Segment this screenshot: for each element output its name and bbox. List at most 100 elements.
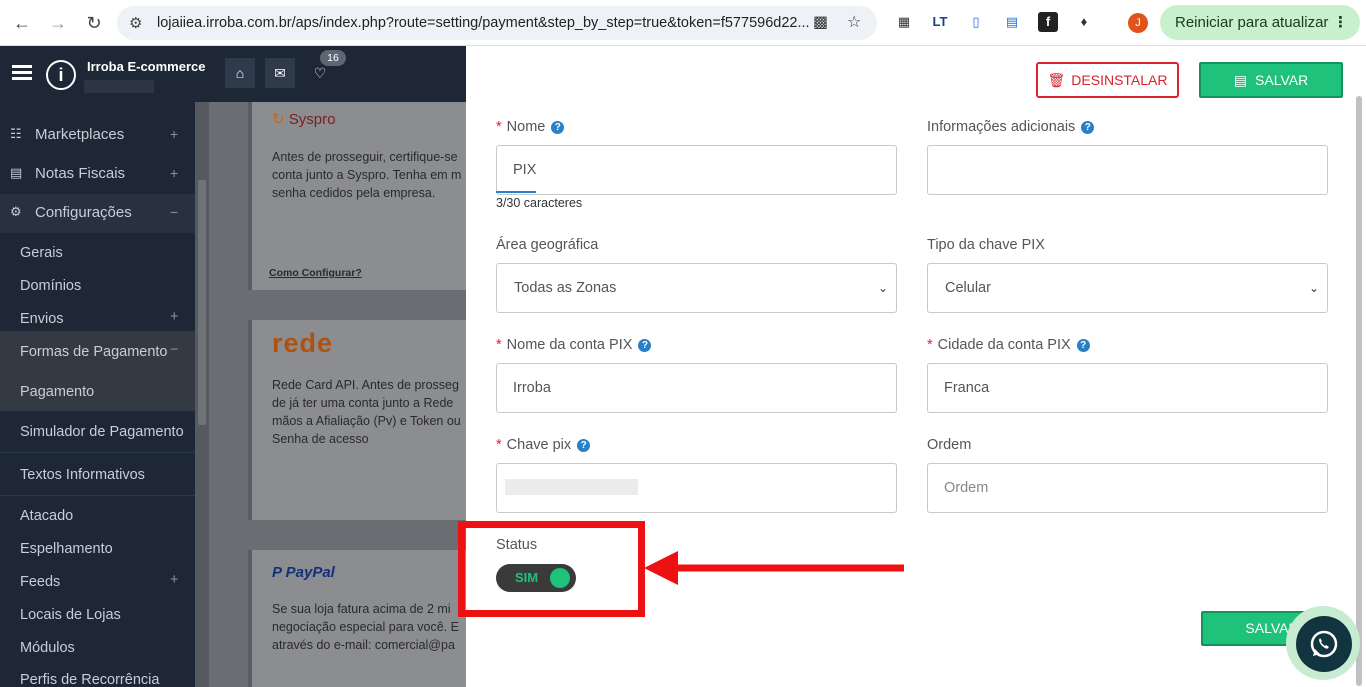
- modal-scrollbar[interactable]: [1356, 96, 1362, 686]
- irroba-logo: i: [46, 60, 76, 90]
- sitemap-icon: ☷: [10, 126, 22, 141]
- whatsapp-button[interactable]: [1296, 616, 1352, 672]
- card-text-line: conta junto a Syspro. Tenha em m: [272, 168, 462, 182]
- card-text-line: Rede Card API. Antes de prosseg: [272, 378, 459, 392]
- bookmark-star-icon[interactable]: ☆: [847, 12, 861, 32]
- sidebar-sub-formas-de-pagamento[interactable]: Formas de Pagamento: [20, 344, 168, 360]
- card-text-line: Senha de acesso: [272, 432, 369, 446]
- info-textarea[interactable]: [927, 145, 1328, 195]
- char-counter: 3/30 caracteres: [496, 196, 583, 210]
- card-text-line: mãos a Afialiação (Pv) e Token ou: [272, 414, 461, 428]
- install-app-icon[interactable]: ▩: [813, 12, 828, 32]
- mail-icon[interactable]: ✉: [265, 58, 295, 88]
- menu-icon[interactable]: [12, 65, 32, 81]
- sidebar-item-label: Configurações: [35, 204, 132, 221]
- input-focus-underline: [496, 191, 536, 193]
- tipo-chave-selected-value: Celular: [945, 280, 991, 296]
- brand-name: Irroba E-commerce: [87, 59, 206, 74]
- id-card-icon[interactable]: ▤: [1002, 12, 1022, 32]
- nome-input[interactable]: PIX: [496, 145, 897, 195]
- tipo-chave-select[interactable]: Celular ⌄: [927, 263, 1328, 313]
- area-select[interactable]: Todas as Zonas ⌄: [496, 263, 897, 313]
- site-settings-icon[interactable]: ⚙: [129, 14, 142, 32]
- sidebar-item-label: Notas Fiscais: [35, 165, 126, 182]
- sidebar-sub-feeds[interactable]: Feeds: [20, 574, 60, 590]
- paypal-logo: P PayPal: [272, 564, 335, 581]
- help-icon[interactable]: ?: [1076, 339, 1090, 352]
- ordem-label: Ordem: [927, 437, 972, 453]
- fx-icon[interactable]: f: [1038, 12, 1058, 32]
- sidebar-sub-espelhamento[interactable]: Espelhamento: [20, 541, 113, 557]
- app-topbar: i Irroba E-commerce ⌂ ✉ ♡ 16: [0, 46, 466, 102]
- help-icon[interactable]: ?: [577, 439, 591, 452]
- sidebar-sub-gerais[interactable]: Gerais: [20, 245, 63, 261]
- scrollbar-thumb[interactable]: [198, 180, 206, 425]
- page-scrollbar[interactable]: [195, 102, 209, 687]
- sidebar-sub-dominios[interactable]: Domínios: [20, 278, 81, 294]
- save-button[interactable]: ▤ SALVAR: [1199, 62, 1343, 98]
- divider: [0, 452, 195, 453]
- profile-avatar[interactable]: J: [1128, 13, 1148, 33]
- nome-label: * Nome?: [496, 119, 565, 135]
- sidebar-sub-modulos[interactable]: Módulos: [20, 640, 75, 656]
- payment-card-syspro: ↻ Syspro Antes de prosseguir, certifique…: [248, 102, 466, 290]
- reload-icon[interactable]: ↻: [82, 11, 106, 35]
- sidebar-sub-locais-de-lojas[interactable]: Locais de Lojas: [20, 607, 121, 623]
- expand-icon: +: [170, 126, 179, 142]
- list-icon: ▤: [10, 165, 23, 180]
- sidebar-sub-pagamento[interactable]: Pagamento: [20, 384, 94, 400]
- save-label: SALVAR: [1255, 72, 1309, 88]
- sidebar: ☷ Marketplaces + ▤ Notas Fiscais + ⚙ Con…: [0, 102, 195, 687]
- sidebar-sub-perfis-de-recorrencia[interactable]: Perfis de Recorrência: [20, 672, 159, 687]
- help-icon[interactable]: ?: [1081, 121, 1095, 134]
- doc-icon[interactable]: ▯: [966, 12, 986, 32]
- lt-icon[interactable]: LT: [930, 12, 950, 32]
- payment-card-paypal: P PayPal Se sua loja fatura acima de 2 m…: [248, 550, 466, 687]
- sidebar-sub-envios[interactable]: Envios: [20, 311, 64, 327]
- back-icon[interactable]: ←: [10, 11, 34, 35]
- restart-label: Reiniciar para atualizar: [1175, 14, 1329, 31]
- info-label: Informações adicionais?: [927, 119, 1095, 135]
- rede-logo: rede: [272, 328, 334, 358]
- qr-icon[interactable]: ▦: [894, 12, 914, 32]
- ordem-input[interactable]: Ordem: [927, 463, 1328, 513]
- annotation-highlight-box: [458, 521, 645, 617]
- help-icon[interactable]: ?: [551, 121, 565, 134]
- puzzle-icon[interactable]: ♦: [1074, 12, 1094, 32]
- address-bar[interactable]: ⚙ lojaiiea.irroba.com.br/aps/index.php?r…: [117, 6, 877, 40]
- chevron-down-icon: ⌄: [877, 281, 888, 295]
- store-name-redacted: [84, 80, 154, 93]
- card-text-line: através do e-mail: comercial@pa: [272, 638, 455, 652]
- home-icon[interactable]: ⌂: [225, 58, 255, 88]
- nome-conta-label: * Nome da conta PIX?: [496, 337, 652, 353]
- expand-icon: +: [170, 572, 179, 588]
- sidebar-sub-atacado[interactable]: Atacado: [20, 508, 73, 524]
- help-icon[interactable]: ?: [638, 339, 652, 352]
- nome-conta-input[interactable]: Irroba: [496, 363, 897, 413]
- chevron-down-icon: ⌄: [1308, 281, 1319, 295]
- sidebar-sub-simulador[interactable]: Simulador de Pagamento: [20, 424, 184, 440]
- save-icon: ▤: [1233, 72, 1248, 88]
- restart-to-update-button[interactable]: Reiniciar para atualizar ⋮: [1160, 5, 1360, 40]
- cogs-icon: ⚙: [10, 204, 22, 219]
- area-selected-value: Todas as Zonas: [514, 280, 617, 296]
- card-text-line: Antes de prosseguir, certifique-se: [272, 150, 458, 164]
- collapse-icon: −: [170, 342, 179, 358]
- cidade-conta-label: * Cidade da conta PIX?: [927, 337, 1090, 353]
- como-configurar-link[interactable]: Como Configurar?: [269, 264, 362, 283]
- more-menu-icon[interactable]: ⋮: [1333, 5, 1348, 40]
- cidade-conta-input[interactable]: Franca: [927, 363, 1328, 413]
- main-content-dimmed: ↻ Syspro Antes de prosseguir, certifique…: [195, 102, 466, 687]
- tipo-chave-label: Tipo da chave PIX: [927, 237, 1045, 253]
- sidebar-sub-textos-informativos[interactable]: Textos Informativos: [20, 467, 145, 483]
- forward-icon[interactable]: →: [46, 11, 70, 35]
- redacted-key-value: [505, 479, 638, 495]
- url-text[interactable]: lojaiiea.irroba.com.br/aps/index.php?rou…: [157, 15, 817, 31]
- divider: [0, 495, 195, 496]
- payment-card-rede: rede Rede Card API. Antes de prosseg de …: [248, 320, 466, 520]
- card-text-line: de já ter uma conta junto a Rede: [272, 396, 454, 410]
- area-label: Área geográfica: [496, 237, 599, 253]
- whatsapp-icon: [1310, 630, 1338, 658]
- collapse-icon: −: [170, 204, 179, 220]
- uninstall-button[interactable]: 🗑 DESINSTALAR: [1036, 62, 1179, 98]
